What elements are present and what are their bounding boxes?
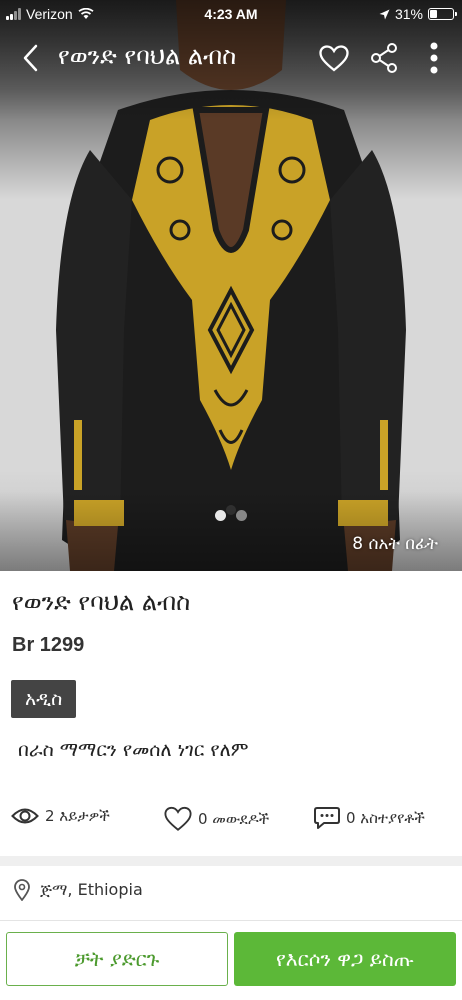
more-options-button[interactable]	[416, 40, 452, 76]
comments-stat[interactable]: 0 አስተያየቶች	[314, 806, 425, 830]
comments-count: 0 አስተያየቶች	[346, 809, 425, 827]
comment-icon	[314, 807, 340, 829]
bottom-gradient-overlay	[0, 491, 462, 571]
gallery-dot-2[interactable]	[236, 510, 247, 521]
location-text: ጅማ, Ethiopia	[40, 880, 143, 900]
share-icon	[371, 43, 397, 73]
location-city: ጅማ	[40, 880, 68, 899]
posted-time: 8 ሰአት በፊት	[352, 534, 438, 554]
condition-badge: አዲስ	[11, 680, 77, 718]
location-arrow-icon	[379, 9, 390, 19]
more-vertical-icon	[430, 42, 438, 74]
product-description: በራስ ማማርን የመሰለ ነገር የለም	[18, 739, 249, 761]
eye-icon	[11, 808, 39, 824]
share-button[interactable]	[366, 40, 402, 76]
heart-icon	[319, 44, 349, 71]
location-country: , Ethiopia	[67, 880, 143, 899]
views-count: 2 እይታዎች	[45, 807, 110, 825]
location-row[interactable]: ጅማ, Ethiopia	[14, 879, 143, 901]
map-pin-icon	[14, 879, 30, 901]
stats-row: 2 እይታዎች 0 መውደዶች 0 አስተያየቶች	[0, 806, 462, 840]
favorite-button[interactable]	[316, 40, 352, 76]
status-right: 31%	[379, 6, 457, 22]
gallery-pagination	[0, 510, 462, 521]
back-button[interactable]	[12, 40, 48, 76]
product-title: የወንድ የባህል ልብስ	[12, 588, 191, 616]
likes-stat[interactable]: 0 መውደዶች	[164, 806, 269, 832]
status-bar: Verizon 4:23 AM 31%	[0, 0, 462, 30]
bottom-separator	[0, 920, 462, 921]
views-stat: 2 እይታዎች	[11, 806, 110, 826]
make-offer-button[interactable]: የእርሶን ዋጋ ይስጡ	[234, 932, 456, 986]
gallery-dot-1[interactable]	[215, 510, 226, 521]
page-title: የወንድ የባህል ልብስ	[58, 42, 237, 70]
product-price: Br 1299	[12, 634, 85, 656]
heart-outline-icon	[164, 806, 192, 831]
section-divider	[0, 856, 462, 866]
battery-percent: 31%	[394, 6, 423, 22]
chat-button[interactable]: ቻት ያድርጉ	[6, 932, 228, 986]
chevron-left-icon	[23, 44, 38, 72]
likes-count: 0 መውደዶች	[198, 810, 270, 828]
battery-icon	[428, 8, 457, 20]
app-bar: የወንድ የባህል ልብስ	[0, 30, 462, 86]
